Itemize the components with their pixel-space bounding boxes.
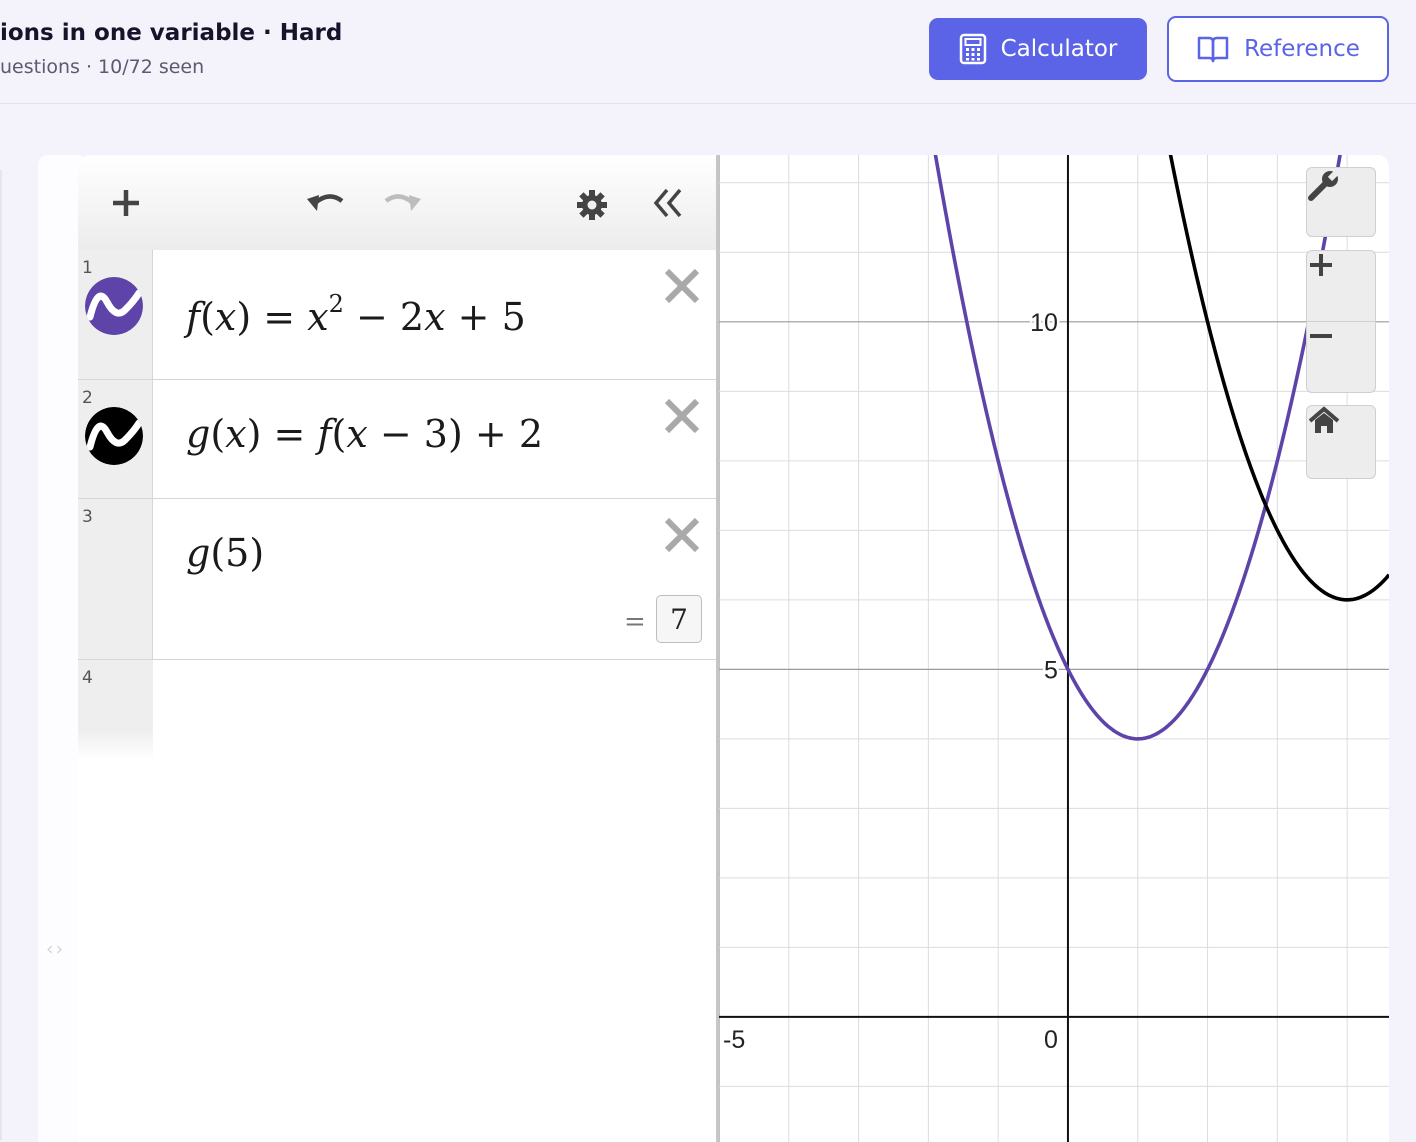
redo-icon [384, 194, 421, 211]
plus-icon [113, 190, 139, 216]
reference-button[interactable]: Reference [1167, 16, 1389, 82]
close-icon [664, 517, 700, 553]
gear-icon [577, 190, 607, 220]
close-icon [664, 398, 700, 434]
calculator-icon [959, 33, 986, 65]
y-tick-label: 5 [1044, 656, 1058, 684]
row-gutter: 1 [78, 250, 153, 379]
page-title: ions in one variable · Hard [0, 20, 343, 46]
evaluation-equals: = [624, 607, 646, 637]
row-gutter: 3 [78, 499, 153, 659]
y-tick-label: 10 [1030, 309, 1058, 337]
curve-g [1168, 155, 1389, 602]
undo-icon [307, 194, 344, 211]
expression-math-g[interactable]: g(x) = f(x − 3) + 2 [186, 412, 543, 456]
add-expression-button[interactable] [106, 183, 146, 223]
close-icon [664, 268, 700, 304]
book-icon [1197, 36, 1229, 63]
x-tick-label: -5 [723, 1026, 745, 1054]
expression-list: 1 f(x) = x2 − 2x + 5 2 g(x) = f(x − 3) +… [78, 155, 718, 1142]
graph-toggle-icon[interactable] [85, 277, 143, 335]
progress-subtitle: uestions · 10/72 seen [0, 56, 205, 78]
zoom-out-icon [1310, 334, 1332, 338]
settings-button[interactable] [572, 185, 612, 225]
expression-math-g5[interactable]: g(5) [186, 531, 264, 575]
delete-expression-button[interactable] [662, 266, 702, 310]
delete-expression-button[interactable] [662, 515, 702, 559]
wrench-icon [1308, 168, 1341, 201]
expression-toolbar [78, 155, 718, 251]
undo-button[interactable] [302, 183, 348, 223]
expression-math-f[interactable]: f(x) = x2 − 2x + 5 [186, 290, 526, 339]
expression-row[interactable]: 1 f(x) = x2 − 2x + 5 [78, 250, 716, 380]
row-number: 1 [82, 258, 93, 278]
reference-button-label: Reference [1244, 36, 1360, 62]
expression-row[interactable]: 2 g(x) = f(x − 3) + 2 [78, 380, 716, 499]
evaluation-result: 7 [656, 595, 702, 643]
default-viewport-button[interactable] [1306, 405, 1376, 479]
graph-paper[interactable]: -5 5 10 0 [719, 155, 1389, 1142]
row-number: 2 [82, 388, 93, 408]
zoom-in-icon [1310, 254, 1332, 276]
graph-toggle-icon[interactable] [85, 407, 143, 465]
collapse-strip[interactable] [38, 155, 82, 1142]
top-bar: ions in one variable · Hard uestions · 1… [0, 0, 1416, 104]
expression-row[interactable]: 3 g(5) = 7 [78, 499, 716, 660]
row-number: 4 [82, 668, 93, 688]
graphing-calculator: 1 f(x) = x2 − 2x + 5 2 g(x) = f(x − 3) +… [78, 155, 1389, 1142]
row-number: 3 [82, 507, 93, 527]
curve-f [933, 155, 1342, 741]
double-chevron-left-icon [653, 188, 682, 218]
left-panel-edge [0, 170, 2, 1140]
origin-label: 0 [1044, 1026, 1058, 1054]
calculator-button[interactable]: Calculator [929, 18, 1147, 80]
calculator-button-label: Calculator [1000, 36, 1118, 62]
zoom-in-button[interactable] [1306, 250, 1376, 322]
row-gutter: 2 [78, 380, 153, 498]
collapse-list-button[interactable] [648, 183, 688, 223]
resize-handle-icon[interactable]: ‹› [46, 938, 65, 960]
zoom-out-button[interactable] [1306, 321, 1376, 393]
redo-button[interactable] [380, 183, 426, 223]
graph-canvas[interactable]: -5 5 10 0 [719, 155, 1389, 1142]
home-icon [1308, 406, 1340, 433]
delete-expression-button[interactable] [662, 396, 702, 440]
graph-settings-button[interactable] [1306, 167, 1376, 237]
